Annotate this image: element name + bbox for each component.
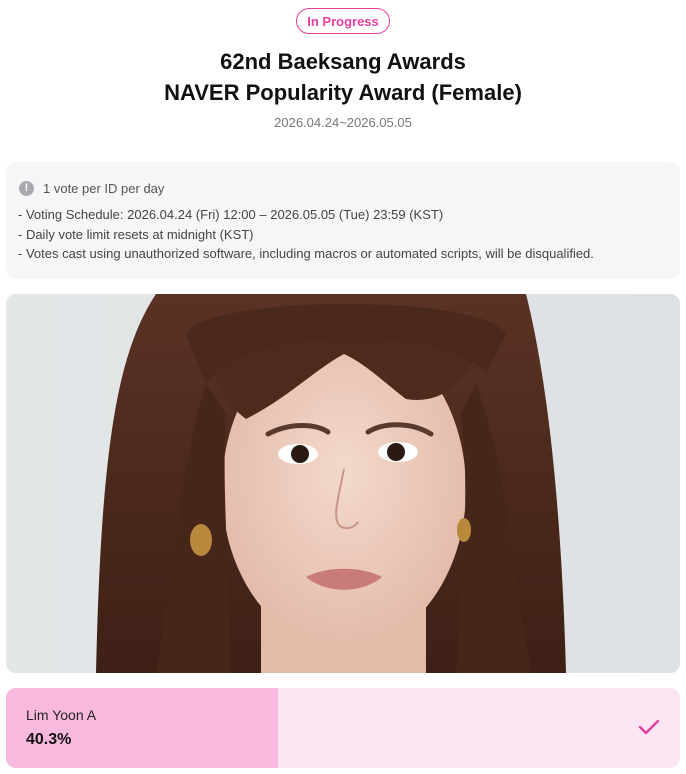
candidate-photo bbox=[6, 294, 680, 673]
check-icon bbox=[638, 719, 660, 735]
voting-date-range: 2026.04.24~2026.05.05 bbox=[274, 115, 412, 130]
status-badge: In Progress bbox=[296, 8, 390, 34]
status-row: In Progress bbox=[0, 8, 686, 34]
candidate-vote-card[interactable]: Lim Yoon A 40.3% bbox=[6, 688, 680, 768]
title-line-1: 62nd Baeksang Awards bbox=[220, 49, 466, 74]
notice-item: - Voting Schedule: 2026.04.24 (Fri) 12:0… bbox=[18, 207, 444, 222]
notice-headline: ! 1 vote per ID per day bbox=[18, 179, 668, 197]
title-line-2: NAVER Popularity Award (Female) bbox=[164, 80, 522, 105]
vote-progress-fill bbox=[6, 688, 278, 768]
vote-page: In Progress 62nd Baeksang Awards NAVER P… bbox=[0, 0, 686, 774]
notice-item: - Daily vote limit resets at midnight (K… bbox=[18, 226, 254, 242]
candidate-name: Lim Yoon A bbox=[26, 707, 97, 723]
voting-notice: ! 1 vote per ID per day - Voting Schedul… bbox=[6, 162, 680, 279]
notice-item: - Votes cast using unauthorized software… bbox=[18, 246, 594, 261]
notice-headline-text: 1 vote per ID per day bbox=[43, 180, 165, 196]
info-icon: ! bbox=[19, 180, 34, 196]
candidate-percent: 40.3% bbox=[26, 731, 72, 748]
page-title: 62nd Baeksang Awards NAVER Popularity Aw… bbox=[0, 46, 686, 108]
notice-list: - Voting Schedule: 2026.04.24 (Fri) 12:0… bbox=[18, 205, 668, 264]
